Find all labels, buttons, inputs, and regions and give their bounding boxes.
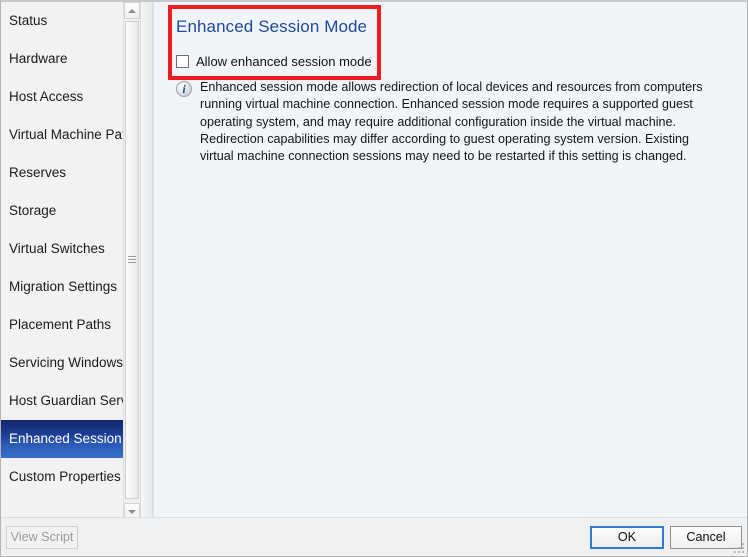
info-circle-icon: i <box>176 81 192 97</box>
page-title: Enhanced Session Mode <box>176 17 368 36</box>
sidebar-item-custom-properties[interactable]: Custom Properties <box>1 458 140 496</box>
sidebar-item-label: Virtual Machine Paths <box>9 127 141 142</box>
panel-splitter[interactable] <box>141 2 153 520</box>
sidebar-item-label: Reserves <box>9 165 67 180</box>
chevron-down-icon <box>128 509 136 514</box>
sidebar-item-label: Servicing Windows <box>9 355 124 370</box>
chevron-up-icon <box>128 8 136 13</box>
dialog-body: Status Hardware Host Access Virtual Machine… <box>1 2 747 520</box>
sidebar-item-storage[interactable]: Storage <box>1 192 140 230</box>
sidebar-item-label: Placement Paths <box>9 317 112 332</box>
allow-enhanced-session-mode-label: Allow enhanced session mode <box>196 54 372 69</box>
sidebar-item-label: Host Access <box>9 89 84 104</box>
sidebar-item-virtual-switches[interactable]: Virtual Switches <box>1 230 140 268</box>
allow-enhanced-session-mode-checkbox[interactable] <box>176 55 189 68</box>
host-properties-dialog: Status Hardware Host Access Virtual Machine… <box>0 0 748 557</box>
navigation-items: Status Hardware Host Access Virtual Machine… <box>1 2 140 496</box>
navigation-scrollbar[interactable] <box>123 2 140 520</box>
sidebar-item-host-guardian-service[interactable]: Host Guardian Service <box>1 382 140 420</box>
cancel-button[interactable]: Cancel <box>670 526 742 549</box>
scrollbar-thumb[interactable] <box>125 21 139 499</box>
sidebar-item-placement-paths[interactable]: Placement Paths <box>1 306 140 344</box>
sidebar-item-label: Host Guardian Service <box>9 393 141 408</box>
allow-enhanced-session-mode-row[interactable]: Allow enhanced session mode <box>176 54 733 69</box>
view-script-button[interactable]: View Script <box>6 526 78 549</box>
sidebar-item-host-access[interactable]: Host Access <box>1 78 140 116</box>
sidebar-item-label: Migration Settings <box>9 279 118 294</box>
sidebar-item-hardware[interactable]: Hardware <box>1 40 140 78</box>
info-description-row: i Enhanced session mode allows redirecti… <box>176 79 706 165</box>
sidebar-item-reserves[interactable]: Reserves <box>1 154 140 192</box>
settings-content-panel: Enhanced Session Mode Allow enhanced ses… <box>153 2 747 520</box>
sidebar-item-enhanced-session[interactable]: Enhanced Session <box>1 420 140 458</box>
scrollbar-up-button[interactable] <box>124 2 140 19</box>
dialog-footer: View Script OK Cancel <box>1 517 747 556</box>
resize-grip-icon[interactable] <box>733 542 745 554</box>
sidebar-item-servicing-windows[interactable]: Servicing Windows <box>1 344 140 382</box>
sidebar-item-migration-settings[interactable]: Migration Settings <box>1 268 140 306</box>
info-icon-glyph: i <box>182 82 186 96</box>
sidebar-item-label: Hardware <box>9 51 68 66</box>
ok-button[interactable]: OK <box>590 526 664 549</box>
info-description-text: Enhanced session mode allows redirection… <box>200 80 703 164</box>
sidebar-item-virtual-machine-paths[interactable]: Virtual Machine Paths <box>1 116 140 154</box>
sidebar-item-label: Status <box>9 13 48 28</box>
grip-lines-icon <box>128 256 136 264</box>
sidebar-item-label: Virtual Switches <box>9 241 105 256</box>
sidebar-item-label: Enhanced Session <box>9 431 122 446</box>
sidebar-item-status[interactable]: Status <box>1 2 140 40</box>
sidebar-item-label: Custom Properties <box>9 469 121 484</box>
sidebar-item-label: Storage <box>9 203 57 218</box>
settings-navigation-list[interactable]: Status Hardware Host Access Virtual Machine… <box>1 2 141 520</box>
